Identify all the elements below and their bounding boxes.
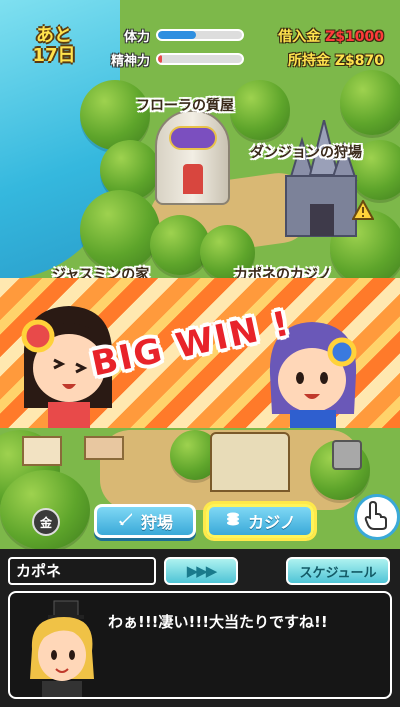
dungeon-castle[interactable] xyxy=(280,119,360,240)
days-remaining: あと 17日 xyxy=(28,26,80,66)
gold-button-label: 金 xyxy=(39,515,52,530)
speaker-name: カポネ xyxy=(8,557,156,585)
money-label: 所持金 xyxy=(288,53,330,69)
schedule-button[interactable]: スケジュール xyxy=(286,557,390,585)
house xyxy=(22,436,62,466)
days-value: 17日 xyxy=(32,45,76,66)
dialog-message: わぁ!!!凄い!!!大当たりですね!! xyxy=(108,613,328,631)
message-box[interactable]: わぁ!!!凄い!!!大当たりですね!! xyxy=(8,591,392,699)
casino-label: カジノ xyxy=(248,513,296,532)
stamina-bar xyxy=(156,29,244,41)
mental-bar-fill xyxy=(158,55,163,63)
tree xyxy=(80,80,150,150)
warning-icon xyxy=(351,198,375,220)
map-label-flora: フローラの質屋 xyxy=(136,98,234,114)
casino-building[interactable] xyxy=(210,432,290,492)
tap-hand-button[interactable] xyxy=(354,494,400,540)
game-screen: フローラの質屋 ダンジョンの狩場 ジャスミンの家 カポネのカジノ あと 17日 … xyxy=(0,0,400,707)
mental-row: 精神力 xyxy=(90,50,244,69)
map-label-dungeon: ダンジョンの狩場 xyxy=(250,145,362,161)
gold-button[interactable]: 金 xyxy=(32,508,60,536)
stamina-row: 体力 xyxy=(90,26,244,45)
hand-pointer-icon xyxy=(364,500,390,534)
debt-label: 借入金 xyxy=(278,29,321,45)
hunting-ground-button[interactable]: 狩場 xyxy=(94,504,196,538)
tree xyxy=(80,190,160,270)
house xyxy=(84,436,124,460)
well xyxy=(332,440,362,470)
sword-icon xyxy=(117,510,135,532)
mental-label: 精神力 xyxy=(110,53,150,69)
flora-pawnshop[interactable] xyxy=(155,110,230,205)
pawnshop-door xyxy=(183,164,203,194)
days-prefix: あと xyxy=(36,25,72,46)
money-value: Z$870 xyxy=(334,53,384,69)
stamina-label: 体力 xyxy=(123,29,150,45)
dialog-area: カポネ ▶▶▶ スケジュール わぁ!!!凄い!!!大当たりですね!! xyxy=(0,549,400,707)
money-display: 所持金 Z$870 xyxy=(288,50,384,70)
debt-value: Z$1000 xyxy=(325,29,384,45)
stamina-bar-fill xyxy=(158,31,196,39)
speaker-portrait xyxy=(24,599,100,697)
pawnshop-sign xyxy=(169,126,217,150)
hunting-ground-label: 狩場 xyxy=(140,513,173,532)
big-win-panel: BIG WIN ! xyxy=(0,278,400,428)
casino-button[interactable]: カジノ xyxy=(206,504,314,538)
coins-icon xyxy=(224,510,242,532)
fast-forward-button[interactable]: ▶▶▶ xyxy=(164,557,238,585)
debt-display: 借入金 Z$1000 xyxy=(278,26,384,46)
mental-bar xyxy=(156,53,244,65)
